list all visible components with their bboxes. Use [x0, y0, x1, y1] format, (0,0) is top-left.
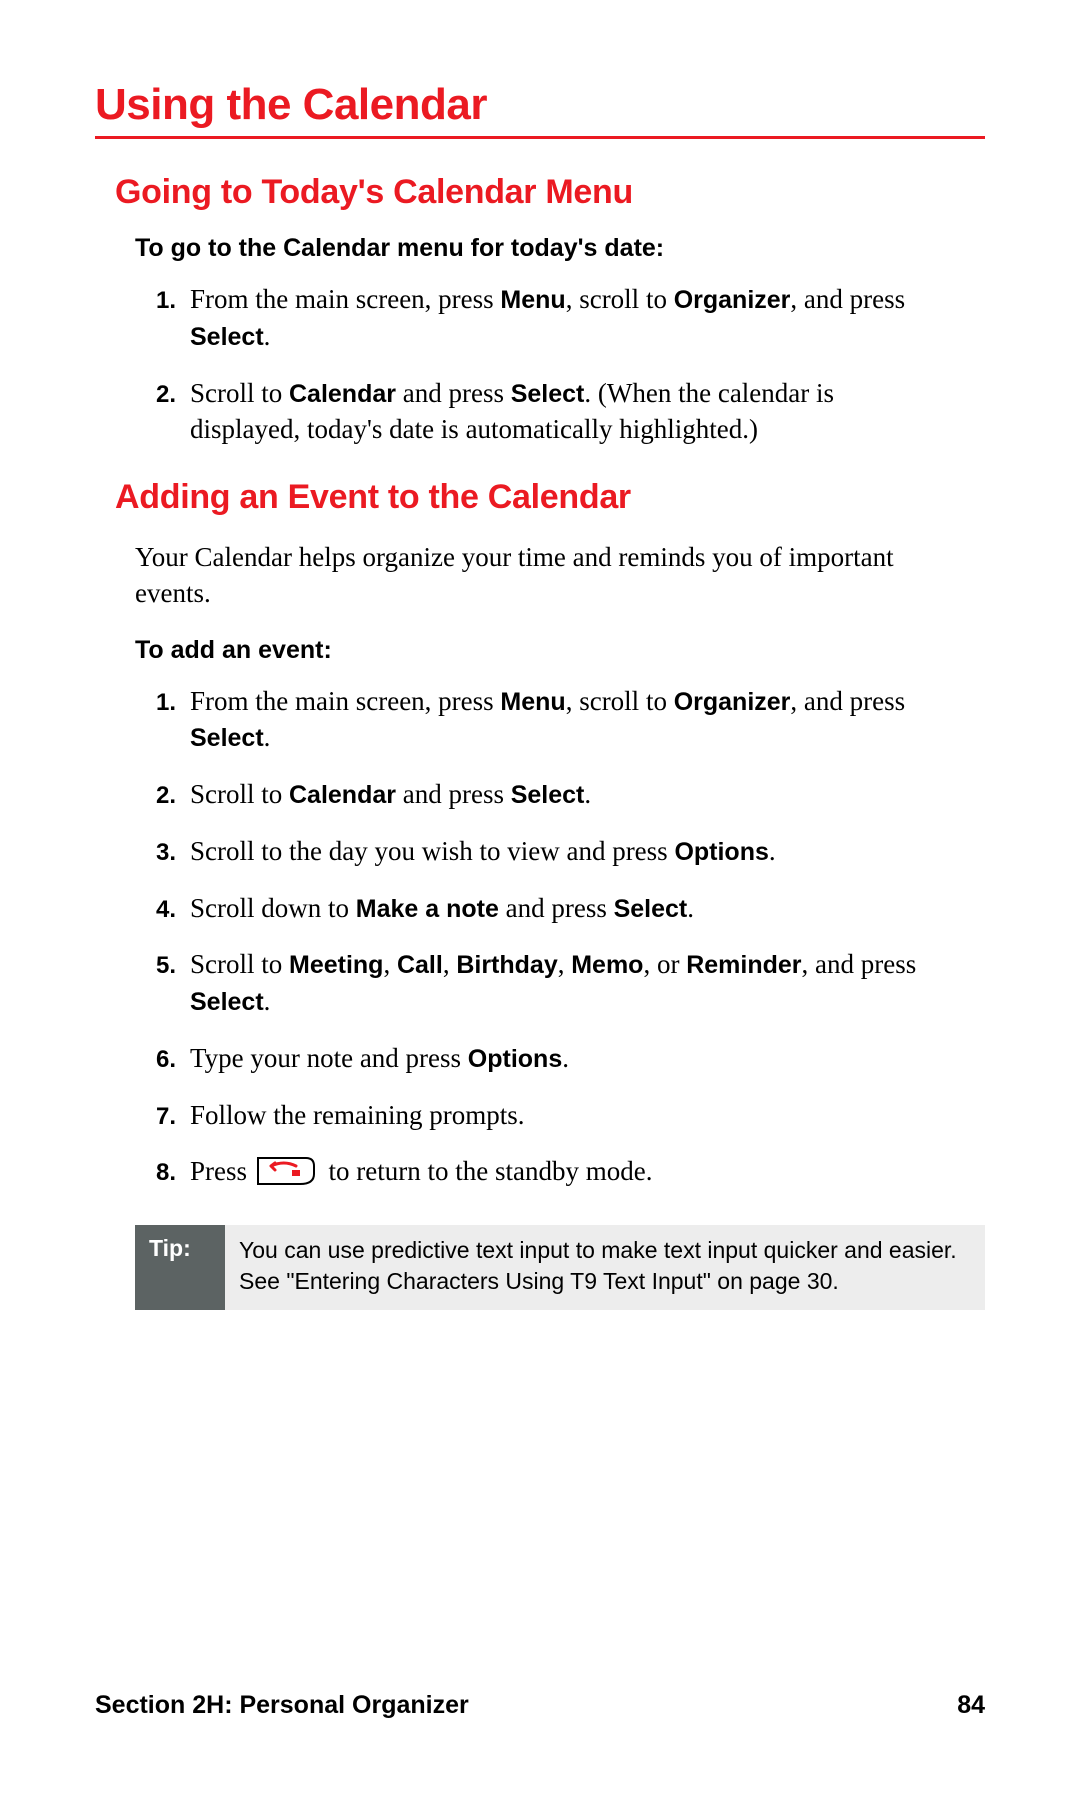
- step-number: 1.: [95, 287, 190, 315]
- tip-text: You can use predictive text input to mak…: [225, 1225, 985, 1309]
- section2-lead: To add an event:: [135, 636, 985, 665]
- footer-section: Section 2H: Personal Organizer: [95, 1691, 469, 1720]
- document-page: Using the Calendar Going to Today's Cale…: [0, 0, 1080, 1800]
- step-number: 1.: [95, 689, 190, 717]
- list-item: 7. Follow the remaining prompts.: [95, 1097, 925, 1133]
- step-body: From the main screen, press Menu, scroll…: [190, 683, 925, 757]
- section2-intro: Your Calendar helps organize your time a…: [135, 539, 945, 612]
- step-body: Press to return to the standby mode.: [190, 1153, 925, 1195]
- step-body: Scroll to the day you wish to view and p…: [190, 833, 925, 870]
- list-item: 4. Scroll down to Make a note and press …: [95, 890, 925, 927]
- section1-steps: 1. From the main screen, press Menu, scr…: [95, 281, 925, 448]
- section-heading-today: Going to Today's Calendar Menu: [115, 173, 985, 212]
- step-number: 4.: [95, 896, 190, 924]
- step-number: 3.: [95, 839, 190, 867]
- end-key-icon: [256, 1156, 316, 1195]
- page-footer: Section 2H: Personal Organizer 84: [95, 1691, 985, 1720]
- list-item: 5. Scroll to Meeting, Call, Birthday, Me…: [95, 946, 925, 1020]
- section1-lead: To go to the Calendar menu for today's d…: [135, 234, 985, 263]
- step-number: 2.: [95, 782, 190, 810]
- step-body: Scroll to Calendar and press Select. (Wh…: [190, 375, 925, 448]
- step-number: 2.: [95, 381, 190, 409]
- step-number: 7.: [95, 1103, 190, 1131]
- section-heading-add-event: Adding an Event to the Calendar: [115, 478, 985, 517]
- list-item: 1. From the main screen, press Menu, scr…: [95, 683, 925, 757]
- step-body: Scroll down to Make a note and press Sel…: [190, 890, 925, 927]
- step-body: Scroll to Meeting, Call, Birthday, Memo,…: [190, 946, 925, 1020]
- page-title: Using the Calendar: [95, 80, 985, 139]
- step-body: Scroll to Calendar and press Select.: [190, 776, 925, 813]
- list-item: 2. Scroll to Calendar and press Select. …: [95, 375, 925, 448]
- section2-steps: 1. From the main screen, press Menu, scr…: [95, 683, 925, 1196]
- list-item: 1. From the main screen, press Menu, scr…: [95, 281, 925, 355]
- list-item: 2. Scroll to Calendar and press Select.: [95, 776, 925, 813]
- step-body: Follow the remaining prompts.: [190, 1097, 925, 1133]
- tip-label: Tip:: [135, 1225, 225, 1309]
- step-body: Type your note and press Options.: [190, 1040, 925, 1077]
- step-body: From the main screen, press Menu, scroll…: [190, 281, 925, 355]
- list-item: 6. Type your note and press Options.: [95, 1040, 925, 1077]
- list-item: 3. Scroll to the day you wish to view an…: [95, 833, 925, 870]
- footer-page-number: 84: [957, 1691, 985, 1720]
- step-number: 8.: [95, 1159, 190, 1187]
- list-item: 8. Press to return to the standby mode.: [95, 1153, 925, 1195]
- step-number: 6.: [95, 1046, 190, 1074]
- tip-box: Tip: You can use predictive text input t…: [135, 1225, 985, 1309]
- step-number: 5.: [95, 952, 190, 980]
